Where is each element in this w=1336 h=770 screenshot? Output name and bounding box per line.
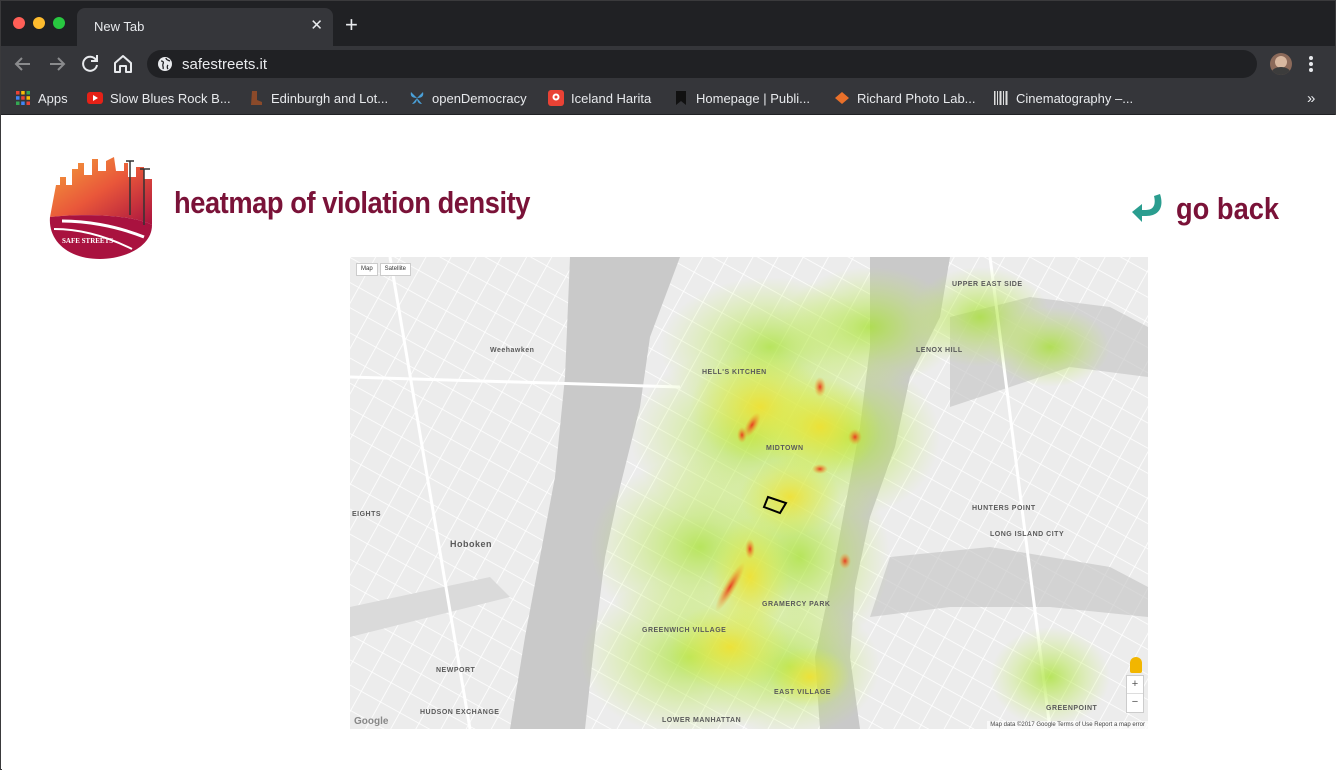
address-bar[interactable]: safestreets.it	[147, 50, 1257, 78]
maximize-window-button[interactable]	[53, 17, 65, 29]
back-arrow-icon[interactable]	[11, 52, 35, 76]
logo-wordmark: SAFE STREETS	[62, 237, 113, 245]
youtube-icon	[87, 92, 103, 104]
bookmark-edinburgh[interactable]: Edinburgh and Lot...	[248, 89, 388, 107]
map-label: HELL'S KITCHEN	[702, 369, 767, 376]
reload-icon[interactable]	[78, 52, 102, 76]
map-label: HUNTERS POINT	[972, 505, 1036, 512]
bookmark-icon	[676, 91, 686, 105]
map-label: EIGHTS	[352, 511, 382, 518]
page-title: heatmap of violation density	[174, 185, 531, 220]
map-type-controls: Map Satellite	[356, 263, 412, 276]
tab-strip: New Tab ✕ +	[1, 1, 1335, 46]
bookmark-label: Iceland Harita	[571, 90, 652, 106]
tab-close-icon[interactable]: ✕	[310, 17, 323, 35]
tab-title: New Tab	[94, 19, 145, 34]
minimize-window-button[interactable]	[33, 17, 45, 29]
return-arrow-icon	[1132, 194, 1162, 222]
tab-new-tab[interactable]: New Tab ✕	[77, 8, 333, 46]
browser-toolbar: safestreets.it	[1, 46, 1335, 82]
bookmark-slow-blues[interactable]: Slow Blues Rock B...	[87, 89, 231, 107]
diamond-icon	[835, 92, 849, 104]
street-view-pegman-icon[interactable]	[1130, 657, 1142, 673]
page-content: SAFE STREETS heatmap of violation densit…	[2, 115, 1336, 770]
profile-avatar[interactable]	[1270, 53, 1292, 75]
map-label: EAST VILLAGE	[774, 689, 831, 696]
butterfly-icon	[410, 92, 424, 104]
bookmark-iceland-harita[interactable]: Iceland Harita	[548, 89, 651, 107]
map-type-satellite-button[interactable]: Satellite	[379, 263, 412, 276]
map-label: MIDTOWN	[766, 445, 804, 452]
safe-streets-logo[interactable]: SAFE STREETS	[44, 155, 159, 259]
bookmark-cinematography[interactable]: Cinematography –...	[993, 89, 1133, 107]
map-label: NEWPORT	[436, 667, 476, 674]
map-label: Weehawken	[490, 347, 535, 354]
bookmark-label: Edinburgh and Lot...	[271, 90, 389, 106]
zoom-out-button[interactable]: −	[1127, 694, 1143, 711]
bookmark-richard-photo-lab[interactable]: Richard Photo Lab...	[834, 89, 976, 107]
bookmark-label: openDemocracy	[432, 90, 527, 106]
new-tab-plus-icon[interactable]: +	[345, 14, 358, 36]
browser-window: New Tab ✕ + safestreets.it Apps Slow Blu…	[0, 0, 1336, 770]
map-canvas	[350, 257, 1148, 729]
map-label: LOWER MANHATTAN	[662, 717, 742, 724]
barcode-icon	[994, 91, 1008, 105]
apps-grid-icon	[16, 91, 30, 105]
bookmark-homepage-publi[interactable]: Homepage | Publi...	[673, 89, 810, 107]
bookmark-opendemocracy[interactable]: openDemocracy	[409, 89, 527, 107]
heatmap-map[interactable]: Map Satellite UPPER EAST SIDE HELL'S KIT…	[350, 257, 1148, 729]
map-pin-icon	[548, 90, 564, 106]
map-label: GREENWICH VILLAGE	[642, 627, 727, 634]
zoom-control: + −	[1126, 675, 1144, 713]
map-label: LONG ISLAND CITY	[990, 531, 1065, 538]
bookmark-apps[interactable]: Apps	[15, 89, 68, 107]
boot-icon	[251, 91, 262, 105]
zoom-in-button[interactable]: +	[1127, 676, 1143, 694]
bookmark-label: Richard Photo Lab...	[857, 90, 976, 106]
map-label: UPPER EAST SIDE	[952, 281, 1023, 288]
home-icon[interactable]	[111, 52, 135, 76]
bookmark-label: Cinematography –...	[1016, 90, 1134, 106]
map-label: GREENPOINT	[1046, 705, 1098, 712]
map-label: LENOX HILL	[916, 347, 963, 354]
map-label: HUDSON EXCHANGE	[420, 709, 500, 716]
map-type-map-button[interactable]: Map	[356, 263, 378, 276]
map-attribution[interactable]: Map data ©2017 Google Terms of Use Repor…	[987, 721, 1148, 729]
more-menu-icon[interactable]	[1309, 56, 1313, 74]
bookmark-label: Apps	[38, 90, 68, 106]
bookmark-label: Homepage | Publi...	[696, 90, 810, 106]
go-back-label: go back	[1176, 191, 1280, 226]
url-text: safestreets.it	[182, 56, 268, 73]
globe-icon	[158, 57, 172, 71]
close-window-button[interactable]	[13, 17, 25, 29]
bookmark-label: Slow Blues Rock B...	[110, 90, 231, 106]
bookmarks-overflow-button[interactable]: »	[1307, 89, 1315, 107]
forward-arrow-icon[interactable]	[45, 52, 69, 76]
google-logo: Google	[354, 716, 389, 727]
map-label: GRAMERCY PARK	[762, 601, 831, 608]
go-back-button[interactable]: go back	[1130, 191, 1293, 227]
bookmarks-bar: Apps Slow Blues Rock B... Edinburgh and …	[1, 82, 1335, 115]
map-label: Hoboken	[450, 539, 493, 549]
